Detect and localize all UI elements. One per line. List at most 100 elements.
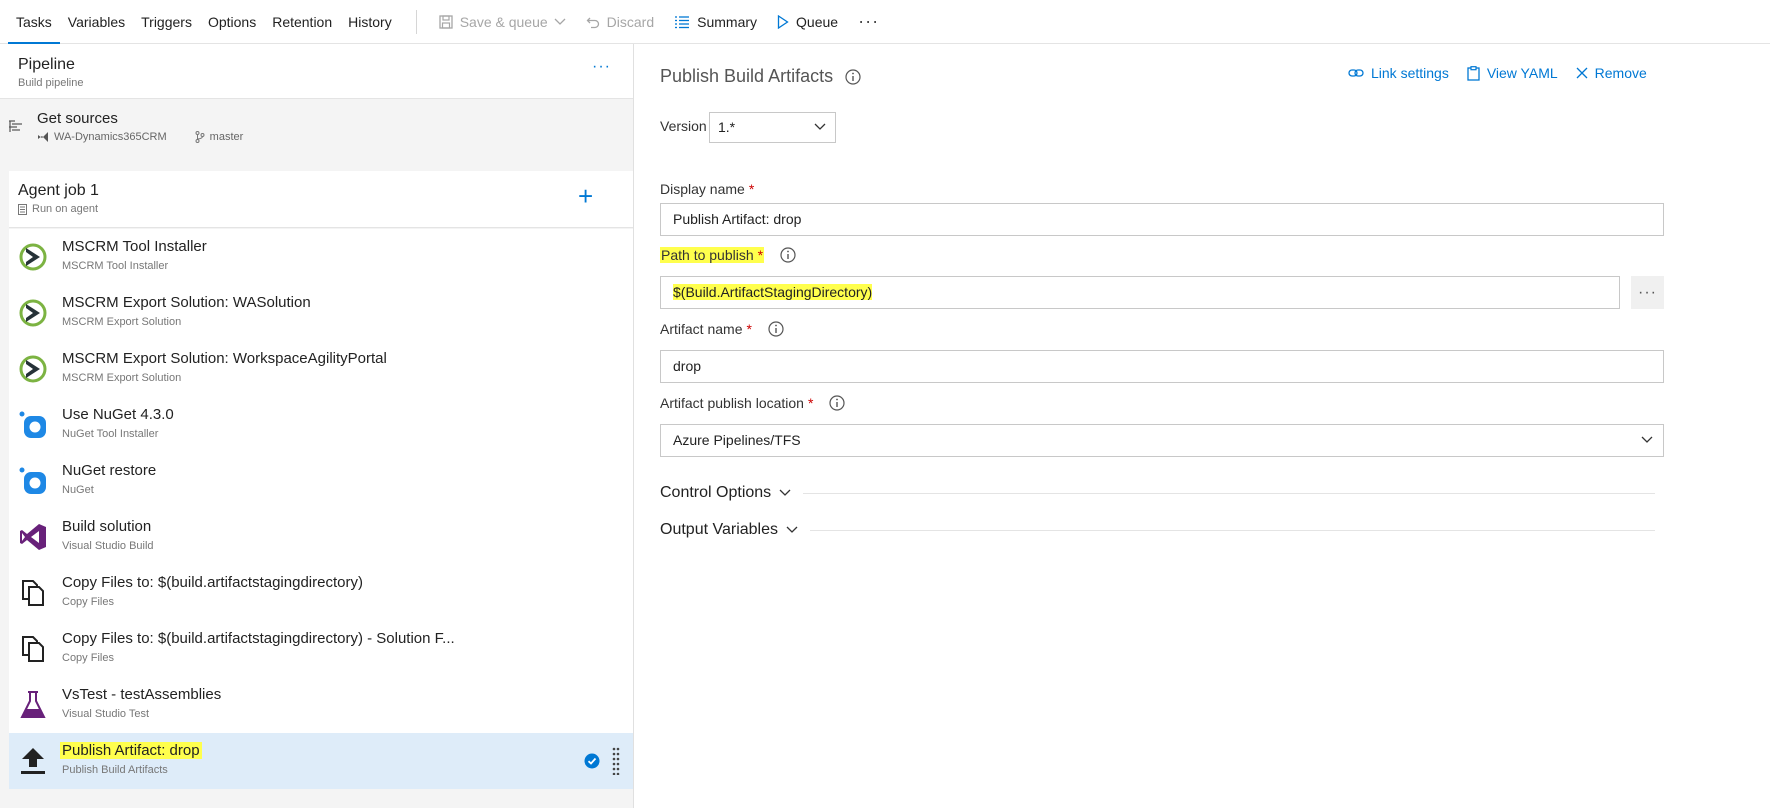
clipboard-icon: [1467, 65, 1480, 81]
section-divider: [803, 492, 1655, 494]
dynamics-crm-icon: [19, 243, 47, 271]
section-divider: [810, 529, 1655, 531]
task-name: Copy Files to: $(build.artifactstagingdi…: [62, 574, 363, 591]
task-item-use-nuget[interactable]: Use NuGet 4.3.0 NuGet Tool Installer: [9, 397, 633, 453]
task-name: MSCRM Export Solution: WASolution: [62, 294, 311, 311]
pipeline-panel: Pipeline Build pipeline ··· Get sources …: [0, 44, 634, 808]
toolbar-more-button[interactable]: ···: [848, 11, 889, 32]
task-item-publish-artifact[interactable]: Publish Artifact: drop Publish Build Art…: [9, 733, 633, 789]
tab-history[interactable]: History: [340, 0, 400, 44]
control-options-section[interactable]: Control Options: [660, 481, 1655, 505]
output-variables-section[interactable]: Output Variables: [660, 518, 1655, 542]
artifact-name-label: Artifact name: [660, 321, 743, 337]
task-item-mscrm-tool-installer[interactable]: MSCRM Tool Installer MSCRM Tool Installe…: [9, 229, 633, 285]
version-select[interactable]: 1.*: [709, 112, 836, 143]
task-item-copy-files-solution[interactable]: Copy Files to: $(build.artifactstagingdi…: [9, 621, 633, 677]
task-item-copy-files[interactable]: Copy Files to: $(build.artifactstagingdi…: [9, 565, 633, 621]
toolbar-divider: [415, 9, 417, 34]
chevron-down-icon: [779, 489, 791, 496]
info-icon[interactable]: [780, 247, 796, 263]
tab-tasks[interactable]: Tasks: [8, 0, 60, 44]
link-settings-button[interactable]: Link settings: [1348, 65, 1449, 81]
tab-variables[interactable]: Variables: [60, 0, 133, 44]
task-item-vstest[interactable]: VsTest - testAssemblies Visual Studio Te…: [9, 677, 633, 733]
task-actions: Link settings View YAML Remove: [1348, 65, 1665, 81]
path-to-publish-value: $(Build.ArtifactStagingDirectory): [673, 284, 873, 300]
artifact-name-input[interactable]: drop: [660, 350, 1664, 383]
agent-job-title: Agent job 1: [18, 182, 99, 199]
task-item-mscrm-export-wasolution[interactable]: MSCRM Export Solution: WASolution MSCRM …: [9, 285, 633, 341]
info-icon[interactable]: [768, 321, 784, 337]
display-name-label: Display name: [660, 181, 745, 197]
chevron-down-icon: [786, 526, 798, 533]
branch-name: master: [209, 131, 244, 143]
agent-server-icon: [18, 203, 27, 215]
publish-location-select[interactable]: Azure Pipelines/TFS: [660, 424, 1664, 457]
task-name: Publish Artifact: drop: [60, 742, 202, 759]
summary-button[interactable]: Summary: [664, 0, 767, 44]
pipeline-title: Pipeline: [18, 56, 75, 73]
dynamics-crm-icon: [19, 299, 47, 327]
top-toolbar: Tasks Variables Triggers Options Retenti…: [0, 0, 1770, 44]
tab-retention[interactable]: Retention: [264, 0, 340, 44]
undo-icon: [586, 17, 599, 28]
task-item-mscrm-export-portal[interactable]: MSCRM Export Solution: WorkspaceAgilityP…: [9, 341, 633, 397]
task-detail-title: Publish Build Artifacts: [660, 66, 834, 86]
required-mark: *: [748, 181, 755, 197]
visual-studio-icon: [20, 524, 46, 550]
link-icon: [1348, 69, 1364, 77]
tab-options[interactable]: Options: [200, 0, 264, 44]
output-variables-title: Output Variables: [660, 521, 778, 538]
artifact-name-value: drop: [673, 358, 702, 374]
link-settings-label: Link settings: [1371, 65, 1449, 81]
copy-files-icon: [22, 636, 44, 662]
task-item-nuget-restore[interactable]: NuGet restore NuGet: [9, 453, 633, 509]
queue-label: Queue: [796, 13, 839, 30]
pipeline-header[interactable]: Pipeline Build pipeline ···: [0, 44, 633, 99]
chevron-down-icon: [1641, 436, 1653, 443]
task-type: Visual Studio Build: [62, 540, 154, 552]
task-name: NuGet restore: [62, 462, 157, 479]
tab-triggers[interactable]: Triggers: [133, 0, 200, 44]
info-icon[interactable]: [829, 395, 846, 411]
repo-name: WA-Dynamics365CRM: [54, 131, 167, 143]
vs-repo-icon: [38, 132, 48, 142]
view-yaml-button[interactable]: View YAML: [1467, 65, 1558, 81]
info-icon[interactable]: [845, 68, 861, 85]
browse-path-button[interactable]: ···: [1631, 276, 1664, 309]
upload-icon: [21, 748, 45, 774]
discard-button[interactable]: Discard: [576, 0, 664, 44]
display-name-input[interactable]: Publish Artifact: drop: [660, 203, 1664, 236]
remove-button[interactable]: Remove: [1576, 65, 1647, 81]
control-options-title: Control Options: [660, 484, 772, 501]
flask-icon: [20, 691, 46, 718]
dynamics-crm-icon: [19, 355, 47, 383]
agent-job[interactable]: Agent job 1 Run on agent +: [9, 171, 633, 228]
branch-icon: [195, 131, 205, 143]
display-name-value: Publish Artifact: drop: [673, 211, 802, 227]
path-to-publish-input[interactable]: $(Build.ArtifactStagingDirectory): [660, 276, 1620, 309]
task-detail-panel: Publish Build Artifacts Link settings Vi…: [635, 44, 1770, 808]
path-label: Path to publish: [661, 247, 754, 263]
save-queue-button[interactable]: Save & queue: [429, 0, 576, 44]
location-label-row: Artifact publish location *: [660, 395, 846, 411]
task-item-build-solution[interactable]: Build solution Visual Studio Build: [9, 509, 633, 565]
drag-handle-icon[interactable]: [612, 747, 620, 775]
get-sources-item[interactable]: Get sources WA-Dynamics365CRM master: [0, 100, 633, 169]
version-label: Version: [660, 118, 707, 134]
publish-location-value: Azure Pipelines/TFS: [673, 432, 801, 448]
selected-check-icon: [584, 753, 600, 769]
task-type: Visual Studio Test: [62, 708, 150, 720]
save-queue-label: Save & queue: [459, 13, 548, 30]
pipeline-more-button[interactable]: ···: [592, 58, 611, 76]
nuget-icon: [19, 411, 46, 438]
pipeline-subtitle: Build pipeline: [18, 77, 84, 89]
agent-job-subtitle: Run on agent: [32, 203, 99, 215]
add-task-button[interactable]: +: [578, 183, 593, 209]
task-type: Publish Build Artifacts: [62, 764, 168, 776]
required-mark: *: [746, 321, 752, 337]
copy-files-icon: [22, 580, 44, 606]
queue-button[interactable]: Queue: [767, 0, 848, 44]
version-value: 1.*: [718, 119, 736, 135]
task-name: MSCRM Tool Installer: [62, 238, 207, 255]
